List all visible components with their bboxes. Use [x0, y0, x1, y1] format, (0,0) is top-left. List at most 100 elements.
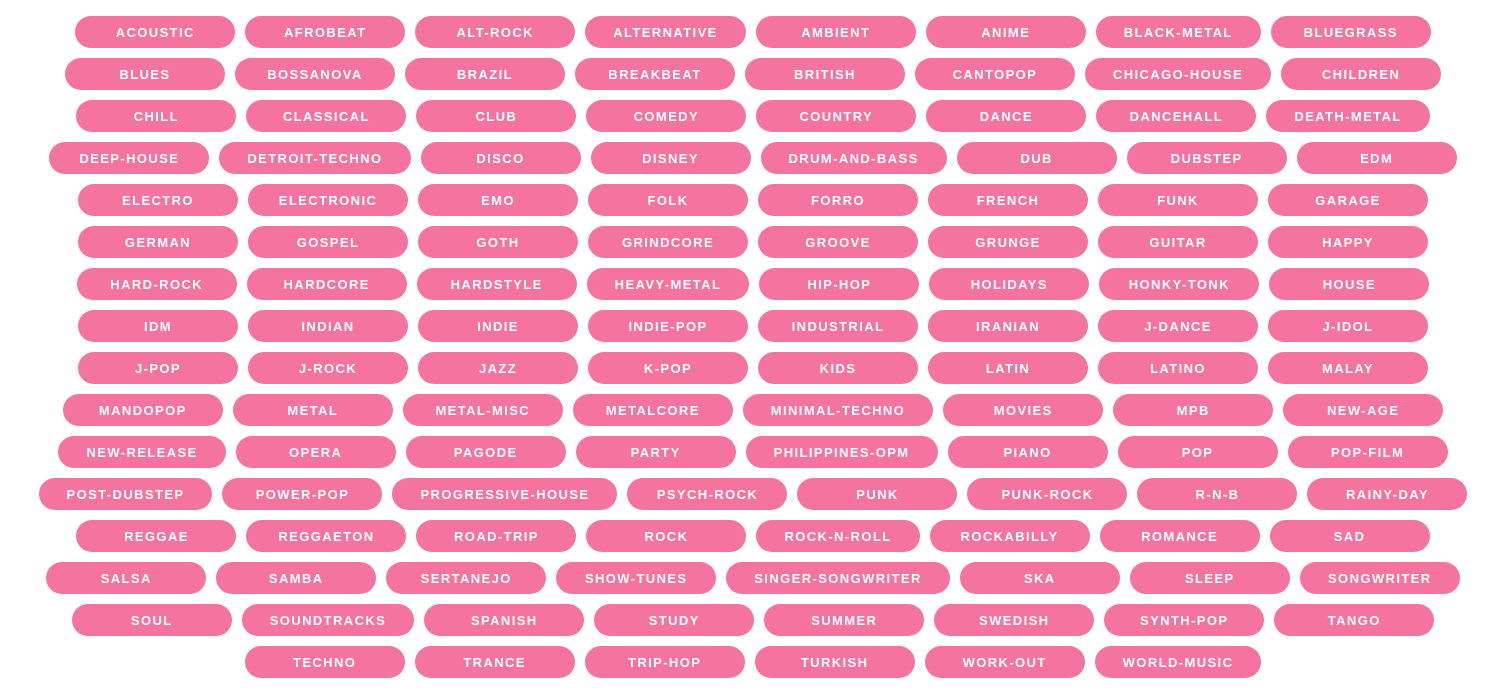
genre-pill-groove[interactable]: GROOVE	[758, 226, 918, 258]
genre-pill-progressive-house[interactable]: PROGRESSIVE-HOUSE	[392, 478, 618, 510]
genre-pill-afrobeat[interactable]: AFROBEAT	[245, 16, 406, 48]
genre-pill-minimal-techno[interactable]: MINIMAL-TECHNO	[742, 394, 934, 426]
genre-pill-bossanova[interactable]: BOSSANOVA	[234, 58, 395, 90]
genre-pill-sertanejo[interactable]: SERTANEJO	[386, 562, 547, 594]
genre-pill-drum-and-bass[interactable]: DRUM-AND-BASS	[760, 142, 947, 174]
genre-pill-black-metal[interactable]: BLACK-METAL	[1095, 16, 1261, 48]
genre-pill-hardstyle[interactable]: HARDSTYLE	[416, 268, 577, 300]
genre-pill-rockabilly[interactable]: ROCKABILLY	[929, 520, 1090, 552]
genre-pill-soul[interactable]: SOUL	[71, 604, 232, 636]
genre-pill-grindcore[interactable]: GRINDCORE	[588, 226, 748, 258]
genre-pill-house[interactable]: HOUSE	[1269, 268, 1430, 300]
genre-pill-funk[interactable]: FUNK	[1098, 184, 1258, 216]
genre-pill-iranian[interactable]: IRANIAN	[928, 310, 1088, 342]
genre-pill-hard-rock[interactable]: HARD-ROCK	[76, 268, 237, 300]
genre-pill-dancehall[interactable]: DANCEHALL	[1096, 100, 1257, 132]
genre-pill-death-metal[interactable]: DEATH-METAL	[1266, 100, 1430, 132]
genre-pill-indian[interactable]: INDIAN	[248, 310, 408, 342]
genre-pill-folk[interactable]: FOLK	[588, 184, 748, 216]
genre-pill-k-pop[interactable]: K-POP	[588, 352, 748, 384]
genre-pill-tango[interactable]: TANGO	[1274, 604, 1435, 636]
genre-pill-disney[interactable]: DISNEY	[590, 142, 751, 174]
genre-pill-pagode[interactable]: PAGODE	[405, 436, 566, 468]
genre-pill-grunge[interactable]: GRUNGE	[928, 226, 1088, 258]
genre-pill-romance[interactable]: ROMANCE	[1099, 520, 1260, 552]
genre-pill-party[interactable]: PARTY	[575, 436, 736, 468]
genre-pill-study[interactable]: STUDY	[594, 604, 755, 636]
genre-pill-new-age[interactable]: NEW-AGE	[1283, 394, 1444, 426]
genre-pill-electronic[interactable]: ELECTRONIC	[248, 184, 408, 216]
genre-pill-singer-songwriter[interactable]: SINGER-SONGWRITER	[726, 562, 950, 594]
genre-pill-psych-rock[interactable]: PSYCH-ROCK	[627, 478, 788, 510]
genre-pill-new-release[interactable]: NEW-RELEASE	[58, 436, 226, 468]
genre-pill-ska[interactable]: SKA	[959, 562, 1120, 594]
genre-pill-bluegrass[interactable]: BLUEGRASS	[1270, 16, 1431, 48]
genre-pill-reggae[interactable]: REGGAE	[76, 520, 237, 552]
genre-pill-deep-house[interactable]: DEEP-HOUSE	[49, 142, 210, 174]
genre-pill-work-out[interactable]: WORK-OUT	[924, 646, 1085, 678]
genre-pill-latino[interactable]: LATINO	[1098, 352, 1258, 384]
genre-pill-metal-misc[interactable]: METAL-MISC	[402, 394, 563, 426]
genre-pill-rock[interactable]: ROCK	[586, 520, 747, 552]
genre-pill-rock-n-roll[interactable]: ROCK-N-ROLL	[756, 520, 920, 552]
genre-pill-songwriter[interactable]: SONGWRITER	[1299, 562, 1460, 594]
genre-pill-forro[interactable]: FORRO	[758, 184, 918, 216]
genre-pill-classical[interactable]: CLASSICAL	[246, 100, 407, 132]
genre-pill-j-pop[interactable]: J-POP	[78, 352, 238, 384]
genre-pill-hip-hop[interactable]: HIP-HOP	[759, 268, 920, 300]
genre-pill-heavy-metal[interactable]: HEAVY-METAL	[586, 268, 750, 300]
genre-pill-road-trip[interactable]: ROAD-TRIP	[416, 520, 577, 552]
genre-pill-british[interactable]: BRITISH	[744, 58, 905, 90]
genre-pill-guitar[interactable]: GUITAR	[1098, 226, 1258, 258]
genre-pill-j-idol[interactable]: J-IDOL	[1268, 310, 1428, 342]
genre-pill-children[interactable]: CHILDREN	[1281, 58, 1442, 90]
genre-pill-jazz[interactable]: JAZZ	[418, 352, 578, 384]
genre-pill-punk[interactable]: PUNK	[797, 478, 958, 510]
genre-pill-industrial[interactable]: INDUSTRIAL	[758, 310, 918, 342]
genre-pill-electro[interactable]: ELECTRO	[78, 184, 238, 216]
genre-pill-goth[interactable]: GOTH	[418, 226, 578, 258]
genre-pill-opera[interactable]: OPERA	[235, 436, 396, 468]
genre-pill-chicago-house[interactable]: CHICAGO-HOUSE	[1084, 58, 1272, 90]
genre-pill-latin[interactable]: LATIN	[928, 352, 1088, 384]
genre-pill-indie[interactable]: INDIE	[418, 310, 578, 342]
genre-pill-german[interactable]: GERMAN	[78, 226, 238, 258]
genre-pill-trip-hop[interactable]: TRIP-HOP	[584, 646, 745, 678]
genre-pill-techno[interactable]: TECHNO	[244, 646, 405, 678]
genre-pill-honky-tonk[interactable]: HONKY-TONK	[1099, 268, 1260, 300]
genre-pill-samba[interactable]: SAMBA	[216, 562, 377, 594]
genre-pill-ambient[interactable]: AMBIENT	[755, 16, 916, 48]
genre-pill-garage[interactable]: GARAGE	[1268, 184, 1428, 216]
genre-pill-trance[interactable]: TRANCE	[414, 646, 575, 678]
genre-pill-comedy[interactable]: COMEDY	[586, 100, 747, 132]
genre-pill-chill[interactable]: CHILL	[76, 100, 237, 132]
genre-pill-indie-pop[interactable]: INDIE-POP	[588, 310, 748, 342]
genre-pill-gospel[interactable]: GOSPEL	[248, 226, 408, 258]
genre-pill-j-dance[interactable]: J-DANCE	[1098, 310, 1258, 342]
genre-pill-metalcore[interactable]: METALCORE	[572, 394, 733, 426]
genre-pill-power-pop[interactable]: POWER-POP	[222, 478, 383, 510]
genre-pill-detroit-techno[interactable]: DETROIT-TECHNO	[219, 142, 411, 174]
genre-pill-rainy-day[interactable]: RAINY-DAY	[1307, 478, 1468, 510]
genre-pill-club[interactable]: CLUB	[416, 100, 577, 132]
genre-pill-philippines-opm[interactable]: PHILIPPINES-OPM	[745, 436, 938, 468]
genre-pill-idm[interactable]: IDM	[78, 310, 238, 342]
genre-pill-j-rock[interactable]: J-ROCK	[248, 352, 408, 384]
genre-pill-sad[interactable]: SAD	[1269, 520, 1430, 552]
genre-pill-alt-rock[interactable]: ALT-ROCK	[415, 16, 576, 48]
genre-pill-piano[interactable]: PIANO	[947, 436, 1108, 468]
genre-pill-punk-rock[interactable]: PUNK-ROCK	[967, 478, 1128, 510]
genre-pill-brazil[interactable]: BRAZIL	[404, 58, 565, 90]
genre-pill-swedish[interactable]: SWEDISH	[934, 604, 1095, 636]
genre-pill-salsa[interactable]: SALSA	[46, 562, 207, 594]
genre-pill-metal[interactable]: METAL	[232, 394, 393, 426]
genre-pill-world-music[interactable]: WORLD-MUSIC	[1094, 646, 1262, 678]
genre-pill-synth-pop[interactable]: SYNTH-POP	[1104, 604, 1265, 636]
genre-pill-happy[interactable]: HAPPY	[1268, 226, 1428, 258]
genre-pill-cantopop[interactable]: CANTOPOP	[914, 58, 1075, 90]
genre-pill-pop-film[interactable]: POP-FILM	[1287, 436, 1448, 468]
genre-pill-alternative[interactable]: ALTERNATIVE	[585, 16, 746, 48]
genre-pill-disco[interactable]: DISCO	[420, 142, 581, 174]
genre-pill-mpb[interactable]: MPB	[1113, 394, 1274, 426]
genre-pill-post-dubstep[interactable]: POST-DUBSTEP	[38, 478, 213, 510]
